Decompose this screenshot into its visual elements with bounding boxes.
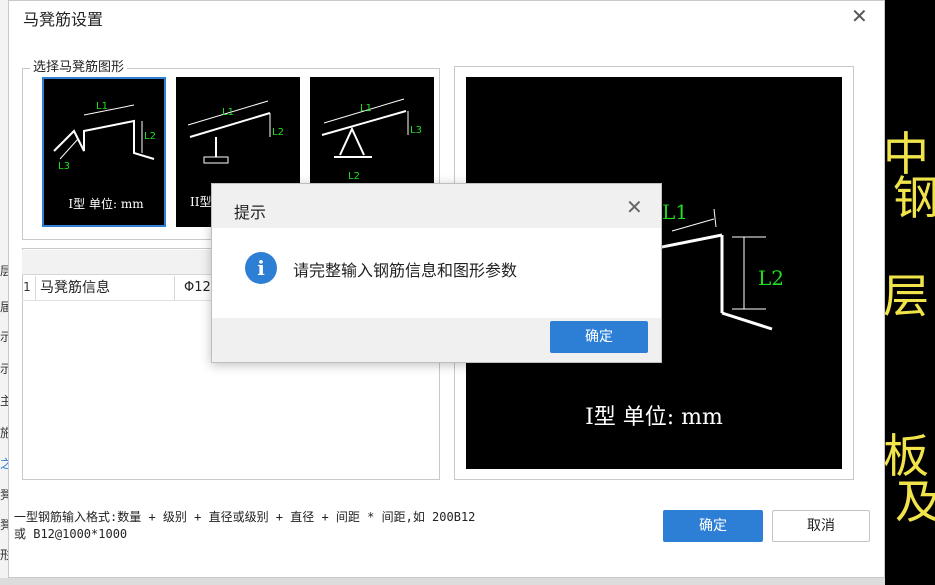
row-number: 1 xyxy=(23,280,31,294)
dim-label: L2 xyxy=(348,171,360,182)
info-icon: i xyxy=(245,252,277,284)
background-status-strip xyxy=(0,578,885,585)
dialog-title: 马凳筋设置 xyxy=(23,10,104,29)
close-icon[interactable]: ✕ xyxy=(626,195,643,219)
dim-label: L1 xyxy=(360,103,372,114)
cad-text: 及 xyxy=(895,475,935,529)
cancel-button[interactable]: 取消 xyxy=(772,510,870,542)
dim-label: L2 xyxy=(272,127,284,138)
message-box-body: i 请完整输入钢筋信息和图形参数 xyxy=(212,228,661,318)
close-icon[interactable]: ✕ xyxy=(851,4,868,28)
row-name-cell: 马凳筋信息 xyxy=(35,276,175,300)
shape-group-title: 选择马凳筋图形 xyxy=(30,56,128,75)
input-format-hint: 一型钢筋输入格式:数量 + 级别 + 直径或级别 + 直径 + 间距 * 间距,… xyxy=(14,509,475,543)
dim-label: L2 xyxy=(758,266,784,290)
ok-button[interactable]: 确定 xyxy=(663,510,763,542)
message-box-title: 提示 xyxy=(234,203,267,222)
message-ok-button[interactable]: 确定 xyxy=(550,321,648,353)
dim-label: L3 xyxy=(410,125,422,136)
dim-label: L2 xyxy=(144,131,156,142)
thumbnail-label: I型 单位: mm xyxy=(68,197,144,211)
dim-label: L1 xyxy=(222,107,234,118)
preview-label: I型 单位: mm xyxy=(585,405,723,430)
message-text: 请完整输入钢筋信息和图形参数 xyxy=(293,261,518,280)
shape-thumbnail-type-i[interactable]: L1 L2 L3 I型 单位: mm xyxy=(42,77,166,227)
cad-text: 钢 xyxy=(893,171,935,225)
dim-label: L1 xyxy=(96,101,108,112)
cad-text: 层 xyxy=(885,269,929,323)
background-cad-canvas: 中 钢 层 板 及 xyxy=(885,0,935,585)
dim-label: L1 xyxy=(662,200,688,224)
message-box: 提示 ✕ i 请完整输入钢筋信息和图形参数 确定 xyxy=(211,183,662,363)
hint-line-1: 一型钢筋输入格式:数量 + 级别 + 直径或级别 + 直径 + 间距 * 间距,… xyxy=(14,510,476,524)
hint-line-2: 或 B12@1000*1000 xyxy=(14,527,128,541)
dim-label: L3 xyxy=(58,161,70,172)
